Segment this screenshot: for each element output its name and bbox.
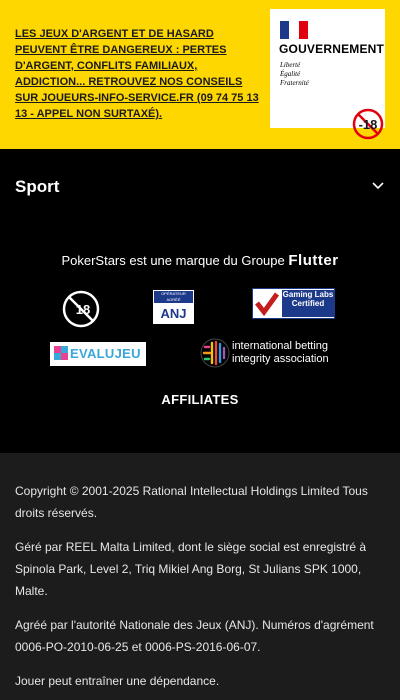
age-badge-label: -18 (359, 117, 378, 132)
evalujeu-mark-icon (54, 346, 68, 360)
gaming-labs-label: Gaming Labs Certified (282, 290, 334, 317)
french-flag-icon (280, 21, 308, 39)
sport-accordion-label: Sport (15, 177, 60, 196)
chevron-down-icon[interactable] (371, 181, 385, 191)
brand-statement: PokerStars est une marque du Groupe Flut… (0, 252, 400, 269)
evalujeu-label: EVALUJEU (70, 346, 141, 361)
licence-text: Agréé par l'autorité Nationale des Jeux … (15, 618, 374, 654)
gaming-labs-logo[interactable]: Gaming Labs Certified (252, 288, 335, 319)
sport-accordion[interactable]: Sport (0, 149, 400, 225)
gambling-warning-link[interactable]: LES JEUX D'ARGENT ET DE HASARD PEUVENT Ê… (15, 26, 260, 122)
operator-text: Géré par REEL Malta Limited, dont le siè… (15, 540, 367, 598)
legal-footer: Copyright © 2001-2025 Rational Intellect… (0, 453, 400, 700)
brand-text: PokerStars est une marque du Groupe (61, 253, 285, 268)
ibia-globe-icon[interactable] (199, 337, 231, 369)
evalujeu-logo[interactable]: EVALUJEU (50, 342, 146, 366)
no-under-18-icon: 18 (62, 290, 100, 328)
gov-motto: Liberté Égalité Fraternité (280, 61, 309, 87)
gov-name: GOUVERNEMENT (279, 42, 385, 56)
flutter-logo[interactable]: Flutter (288, 252, 338, 269)
gambling-warning-banner: LES JEUX D'ARGENT ET DE HASARD PEUVENT Ê… (0, 0, 400, 149)
affiliates-link[interactable]: AFFILIATES (0, 392, 400, 407)
copyright-text: Copyright © 2001-2025 Rational Intellect… (15, 484, 368, 520)
ibia-label[interactable]: international betting integrity associat… (232, 340, 352, 366)
anj-logo-top: OPÉRATEUR AGRÉÉ (154, 291, 193, 303)
no-minors-icon: -18 (352, 108, 384, 140)
anj-logo-label: ANJ (160, 306, 187, 321)
svg-text:18: 18 (76, 302, 90, 317)
anj-logo[interactable]: OPÉRATEUR AGRÉÉ ANJ (153, 290, 194, 324)
dependency-warning: Jouer peut entraîner une dépendance. (15, 674, 220, 688)
checkmark-icon (253, 289, 280, 318)
